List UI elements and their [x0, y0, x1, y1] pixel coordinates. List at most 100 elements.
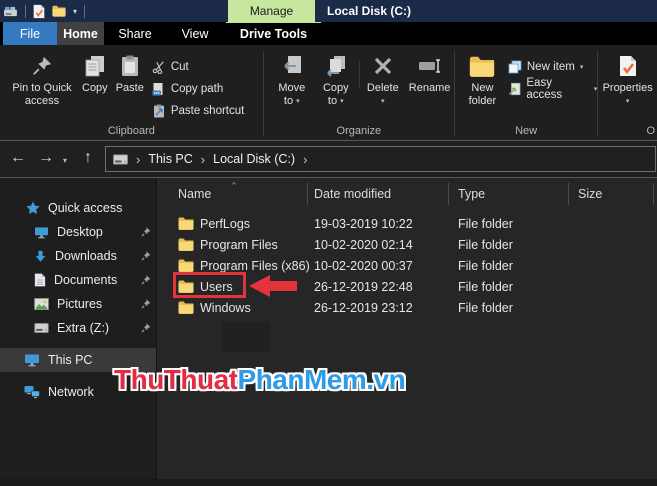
new-folder-button[interactable]: New folder [463, 50, 502, 109]
manage-contextual-tab[interactable]: Manage [228, 0, 315, 22]
sidebar-item-documents[interactable]: Documents [0, 268, 156, 292]
folder-icon [178, 238, 194, 251]
breadcrumb-chevron-icon: › [303, 151, 308, 167]
delete-label: Delete [366, 82, 399, 94]
copy-path-label: Copy path [170, 83, 224, 95]
breadcrumb-chevron-icon: › [200, 151, 206, 167]
sidebar-item-label: Desktop [57, 225, 103, 239]
copy-button[interactable]: Copy [80, 50, 110, 96]
drive-icon [34, 323, 49, 333]
properties-qat-icon[interactable] [33, 4, 45, 19]
copy-icon [85, 51, 105, 81]
pin-icon [141, 323, 151, 333]
sidebar-item-network[interactable]: Network [0, 380, 156, 404]
file-name: Windows [200, 300, 251, 315]
sidebar-item-label: Downloads [55, 249, 117, 263]
scissors-icon [152, 60, 166, 74]
sidebar-item-pictures[interactable]: Pictures [0, 292, 156, 316]
qat-divider [84, 4, 86, 18]
column-divider[interactable] [307, 183, 308, 205]
tab-view[interactable]: View [166, 22, 224, 45]
file-date: 26-12-2019 22:48 [314, 279, 413, 294]
move-to-button[interactable]: Move to ▾ [272, 50, 312, 109]
qat-customize-chevron-icon[interactable]: ▾ [73, 7, 77, 16]
file-type: File folder [458, 300, 513, 315]
tab-share[interactable]: Share [104, 22, 166, 45]
delete-button[interactable]: Delete ▾ [363, 50, 403, 109]
breadcrumb-this-pc[interactable]: This PC [148, 152, 192, 166]
properties-icon [619, 51, 637, 81]
new-item-icon [508, 60, 522, 74]
address-bar[interactable]: › This PC › Local Disk (C:) › [105, 146, 656, 172]
file-row-perflogs[interactable]: PerfLogs 19-03-2019 10:22 File folder [157, 213, 657, 234]
clipboard-group-label: Clipboard [107, 125, 155, 137]
column-header-size[interactable]: Size [578, 187, 602, 201]
sidebar-item-label: Documents [54, 273, 118, 287]
copy-path-icon [152, 82, 166, 96]
titlebar: ▾ Manage Local Disk (C:) [0, 0, 657, 22]
pushpin-icon [31, 51, 53, 81]
pin-to-quick-access-button[interactable]: Pin to Quick access [8, 50, 76, 109]
tab-home[interactable]: Home [57, 22, 104, 45]
new-item-button[interactable]: New item ▾ [508, 59, 597, 75]
folder-icon [178, 259, 194, 272]
organize-group-label: Organize [336, 125, 382, 137]
paste-button[interactable]: Paste [114, 50, 146, 96]
sidebar-item-extra-z[interactable]: Extra (Z:) [0, 316, 156, 340]
explorer-app-icon [3, 6, 18, 17]
up-button[interactable]: ↑ [84, 149, 92, 167]
file-name: Program Files [200, 237, 278, 252]
easy-access-icon [508, 82, 522, 96]
file-list-pane: ^ Name Date modified Type Size PerfLogs … [157, 178, 657, 479]
dropdown-caret-icon: ▾ [625, 98, 630, 105]
file-type: File folder [458, 258, 513, 273]
column-divider[interactable] [568, 183, 569, 205]
breadcrumb-local-disk-c[interactable]: Local Disk (C:) [213, 152, 295, 166]
pin-icon [141, 251, 151, 261]
recent-locations-chevron-icon[interactable]: ▾ [63, 156, 67, 165]
dropdown-caret-icon: ▾ [381, 98, 385, 105]
cut-button[interactable]: Cut [152, 59, 245, 75]
file-name: PerfLogs [200, 216, 251, 231]
tab-file[interactable]: File [3, 22, 57, 45]
new-group-label: New [515, 125, 538, 137]
file-row-program-files[interactable]: Program Files 10-02-2020 02:14 File fold… [157, 234, 657, 255]
file-date: 10-02-2020 00:37 [314, 258, 413, 273]
ribbon-tab-row: File Home Share View Drive Tools [0, 22, 657, 45]
back-button[interactable]: ← [10, 149, 26, 167]
sidebar-item-downloads[interactable]: Downloads [0, 244, 156, 268]
column-header-name[interactable]: Name [178, 187, 211, 201]
column-header-type[interactable]: Type [458, 187, 485, 201]
file-list: PerfLogs 19-03-2019 10:22 File folder Pr… [157, 213, 657, 318]
file-row-program-files-x86[interactable]: Program Files (x86) 10-02-2020 00:37 Fil… [157, 255, 657, 276]
clipboard-group: Pin to Quick access Copy Paste Cut Copy … [0, 45, 263, 140]
pin-icon [141, 299, 151, 309]
sidebar-item-quick-access[interactable]: Quick access [0, 196, 156, 220]
sidebar-item-label: This PC [48, 353, 93, 367]
sidebar-item-label: Network [48, 385, 94, 399]
easy-access-label: Easy access [526, 77, 563, 101]
column-divider[interactable] [448, 183, 449, 205]
column-header-date-modified[interactable]: Date modified [314, 187, 391, 201]
downloads-arrow-icon [34, 250, 47, 263]
properties-button[interactable]: Properties ▾ [598, 50, 657, 109]
file-date: 10-02-2020 02:14 [314, 237, 413, 252]
easy-access-button[interactable]: Easy access ▾ [508, 77, 597, 101]
copy-to-button[interactable]: Copy to ▾ [316, 50, 356, 109]
file-row-windows[interactable]: Windows 26-12-2019 23:12 File folder [157, 297, 657, 318]
file-row-users[interactable]: Users 26-12-2019 22:48 File folder [157, 276, 657, 297]
forward-button[interactable]: → [38, 149, 54, 167]
paste-label: Paste [115, 82, 144, 94]
column-divider[interactable] [653, 183, 654, 205]
open-group: Properties ▾ O [598, 45, 657, 140]
copy-path-button[interactable]: Copy path [152, 81, 245, 97]
tab-drive-tools[interactable]: Drive Tools [226, 22, 321, 45]
move-to-icon [281, 51, 303, 81]
new-folder-qat-icon[interactable] [52, 5, 66, 17]
window-title: Local Disk (C:) [327, 4, 412, 18]
paste-shortcut-button[interactable]: Paste shortcut [152, 103, 244, 119]
sidebar-item-desktop[interactable]: Desktop [0, 220, 156, 244]
sidebar-item-this-pc[interactable]: This PC [0, 348, 156, 372]
file-type: File folder [458, 216, 513, 231]
rename-button[interactable]: Rename [407, 50, 453, 96]
